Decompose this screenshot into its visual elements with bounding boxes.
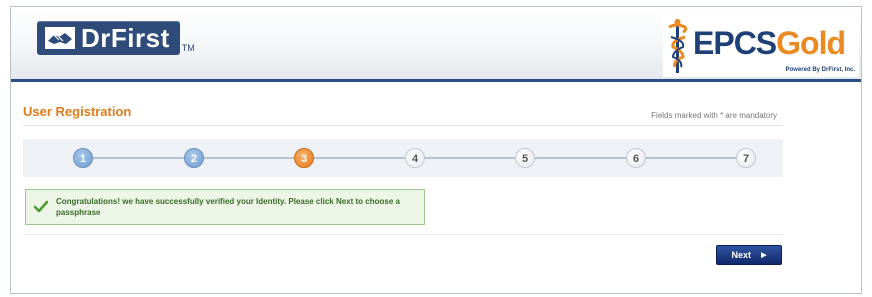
step-2: 2 bbox=[184, 148, 204, 168]
trademark-mark: TM bbox=[181, 43, 195, 53]
drfirst-logo: DrFirst TM bbox=[37, 21, 195, 55]
step-4: 4 bbox=[405, 148, 425, 168]
arrow-right-icon: ▶ bbox=[761, 252, 767, 259]
mandatory-fields-note: Fields marked with * are mandatory bbox=[651, 111, 777, 120]
caduceus-icon bbox=[668, 19, 688, 73]
divider bbox=[23, 234, 783, 235]
powered-by-text: Powered By DrFirst, Inc. bbox=[785, 67, 855, 73]
success-message-text: Congratulations! we have successfully ve… bbox=[56, 197, 400, 217]
success-message: Congratulations! we have successfully ve… bbox=[25, 189, 425, 225]
drfirst-wordmark: DrFirst bbox=[81, 22, 170, 53]
checkmark-icon bbox=[34, 200, 48, 213]
page-title: User Registration bbox=[23, 104, 132, 119]
handshake-icon bbox=[45, 27, 75, 49]
step-7: 7 bbox=[736, 148, 756, 168]
gold-wordmark: Gold bbox=[776, 25, 846, 61]
epcs-wordmark: EPCS bbox=[693, 25, 777, 61]
registration-window: DrFirst TM EPCSGold Powered By DrFirst, … bbox=[10, 6, 862, 294]
step-5: 5 bbox=[515, 148, 535, 168]
next-button[interactable]: Next ▶ bbox=[716, 245, 782, 265]
step-progress-bar: 1 2 3 4 5 6 7 bbox=[23, 139, 783, 177]
divider bbox=[23, 125, 783, 126]
step-6: 6 bbox=[626, 148, 646, 168]
step-1: 1 bbox=[73, 148, 93, 168]
step-3: 3 bbox=[294, 148, 314, 168]
header-bar: DrFirst TM EPCSGold Powered By DrFirst, … bbox=[11, 7, 861, 82]
epcs-gold-logo: EPCSGold Powered By DrFirst, Inc. bbox=[663, 15, 859, 77]
next-button-label: Next bbox=[731, 250, 752, 260]
